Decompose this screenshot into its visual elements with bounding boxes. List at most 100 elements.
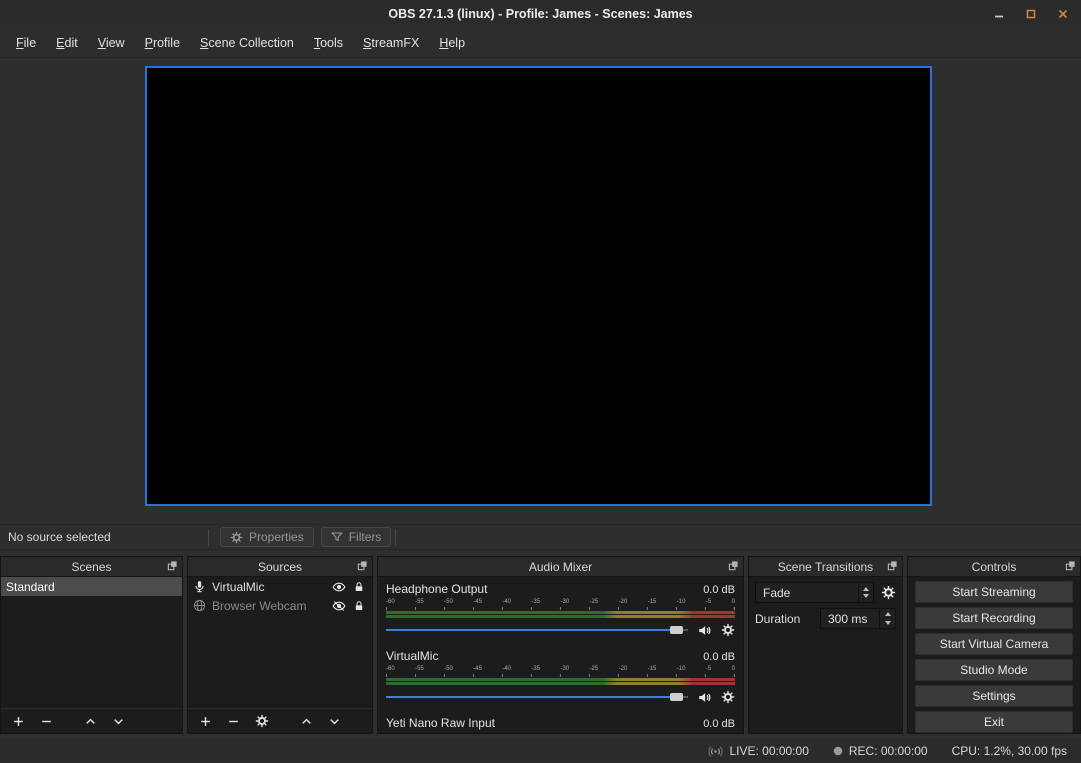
close-button[interactable]	[1057, 8, 1069, 20]
sources-dock: Sources VirtualMic	[187, 556, 373, 734]
menu-help[interactable]: Help	[429, 32, 475, 54]
start-virtual-camera-button[interactable]: Start Virtual Camera	[915, 633, 1073, 655]
transition-selected-value: Fade	[756, 586, 858, 600]
status-bar: LIVE: 00:00:00 REC: 00:00:00 CPU: 1.2%, …	[0, 739, 1081, 763]
volume-slider-handle[interactable]	[670, 693, 683, 701]
meter-scale: -60-55-50-45-40-35-30-25-20-15-10-50	[386, 599, 735, 606]
preview-area	[0, 58, 1081, 524]
dock-float-icon[interactable]	[357, 560, 368, 571]
duration-increment-button[interactable]	[880, 609, 895, 619]
preview-canvas[interactable]	[145, 66, 932, 506]
channel-settings-gear-icon[interactable]	[721, 690, 735, 704]
scene-label: Standard	[6, 580, 55, 594]
visibility-eye-off-icon[interactable]	[332, 599, 346, 613]
audio-mixer-header: Audio Mixer	[378, 557, 743, 577]
volume-slider-handle[interactable]	[670, 626, 683, 634]
cpu-fps-text: CPU: 1.2%, 30.00 fps	[952, 744, 1067, 758]
scene-item-standard[interactable]: Standard	[1, 577, 182, 596]
move-source-down-button[interactable]	[328, 715, 341, 728]
duration-decrement-button[interactable]	[880, 619, 895, 629]
menu-bar: File Edit View Profile Scene Collection …	[0, 28, 1081, 58]
filters-button[interactable]: Filters	[321, 527, 392, 547]
menu-scene-collection[interactable]: Scene Collection	[190, 32, 304, 54]
scene-transitions-dock: Scene Transitions Fade	[748, 556, 903, 734]
transition-settings-gear-icon[interactable]	[881, 585, 896, 600]
source-properties-gear-icon[interactable]	[255, 714, 269, 728]
filters-label: Filters	[349, 530, 382, 544]
channel-db-value: 0.0 dB	[703, 718, 735, 730]
channel-name: Headphone Output	[386, 582, 487, 596]
controls-title: Controls	[972, 560, 1017, 574]
controls-body: Start Streaming Start Recording Start Vi…	[908, 577, 1080, 733]
source-item-virtualmic[interactable]: VirtualMic	[188, 577, 372, 596]
channel-name: Yeti Nano Raw Input	[386, 716, 495, 730]
move-source-up-button[interactable]	[300, 715, 313, 728]
chevron-up-icon	[863, 587, 869, 591]
settings-button[interactable]: Settings	[915, 685, 1073, 707]
sources-dock-header: Sources	[188, 557, 372, 577]
scene-transitions-header: Scene Transitions	[749, 557, 902, 577]
cpu-fps-status: CPU: 1.2%, 30.00 fps	[952, 744, 1067, 758]
dock-row: Scenes Standard	[0, 556, 1081, 734]
mixer-channel-yeti-nano: Yeti Nano Raw Input 0.0 dB -60-55-50-45-…	[378, 711, 743, 733]
dock-float-icon[interactable]	[167, 560, 178, 571]
channel-settings-gear-icon[interactable]	[721, 623, 735, 637]
mic-icon	[193, 580, 206, 593]
channel-name: VirtualMic	[386, 649, 438, 663]
visibility-eye-icon[interactable]	[332, 580, 346, 594]
chevron-up-icon	[885, 612, 891, 616]
add-source-button[interactable]	[199, 715, 212, 728]
toolbar-separator	[208, 529, 209, 546]
menu-edit[interactable]: Edit	[46, 32, 88, 54]
scenes-dock: Scenes Standard	[0, 556, 183, 734]
remove-source-button[interactable]	[227, 715, 240, 728]
dock-float-icon[interactable]	[887, 560, 898, 571]
mute-speaker-icon[interactable]	[697, 690, 712, 705]
sources-toolbar	[188, 708, 372, 733]
scenes-dock-title: Scenes	[71, 560, 111, 574]
duration-spinbox[interactable]: 300 ms	[820, 608, 896, 629]
window-controls	[993, 0, 1069, 28]
channel-db-value: 0.0 dB	[703, 584, 735, 596]
maximize-button[interactable]	[1025, 8, 1037, 20]
mute-speaker-icon[interactable]	[697, 623, 712, 638]
controls-header: Controls	[908, 557, 1080, 577]
gear-icon	[230, 531, 243, 544]
scenes-list: Standard	[1, 577, 182, 708]
lock-icon[interactable]	[353, 600, 365, 612]
start-recording-button[interactable]: Start Recording	[915, 607, 1073, 629]
dock-float-icon[interactable]	[1065, 560, 1076, 571]
exit-button[interactable]: Exit	[915, 711, 1073, 733]
rec-status: REC: 00:00:00	[833, 744, 928, 758]
properties-button[interactable]: Properties	[220, 527, 314, 547]
add-scene-button[interactable]	[12, 715, 25, 728]
scene-transitions-body: Fade Duration 300 ms	[749, 577, 902, 733]
menu-tools[interactable]: Tools	[304, 32, 353, 54]
volume-slider[interactable]	[386, 622, 688, 638]
meter-bar-left	[386, 678, 735, 681]
dock-float-icon[interactable]	[728, 560, 739, 571]
menu-streamfx[interactable]: StreamFX	[353, 32, 429, 54]
volume-slider[interactable]	[386, 689, 688, 705]
rec-time: REC: 00:00:00	[849, 744, 928, 758]
lock-icon[interactable]	[353, 581, 365, 593]
menu-view[interactable]: View	[88, 32, 135, 54]
menu-profile[interactable]: Profile	[135, 32, 190, 54]
filter-icon	[331, 531, 343, 543]
audio-mixer-body: Headphone Output 0.0 dB -60-55-50-45-40-…	[378, 577, 743, 733]
transition-select[interactable]: Fade	[755, 582, 874, 603]
start-streaming-button[interactable]: Start Streaming	[915, 581, 1073, 603]
source-item-browser-webcam[interactable]: Browser Webcam	[188, 596, 372, 615]
move-scene-up-button[interactable]	[84, 715, 97, 728]
live-status: LIVE: 00:00:00	[708, 744, 808, 759]
channel-db-value: 0.0 dB	[703, 651, 735, 663]
transition-select-arrows[interactable]	[858, 583, 873, 602]
menu-file[interactable]: File	[6, 32, 46, 54]
record-dot-icon	[833, 746, 843, 756]
remove-scene-button[interactable]	[40, 715, 53, 728]
minimize-button[interactable]	[993, 8, 1005, 20]
move-scene-down-button[interactable]	[112, 715, 125, 728]
mixer-channel-headphone-output: Headphone Output 0.0 dB -60-55-50-45-40-…	[378, 577, 743, 642]
studio-mode-button[interactable]: Studio Mode	[915, 659, 1073, 681]
titlebar: OBS 27.1.3 (linux) - Profile: James - Sc…	[0, 0, 1081, 28]
